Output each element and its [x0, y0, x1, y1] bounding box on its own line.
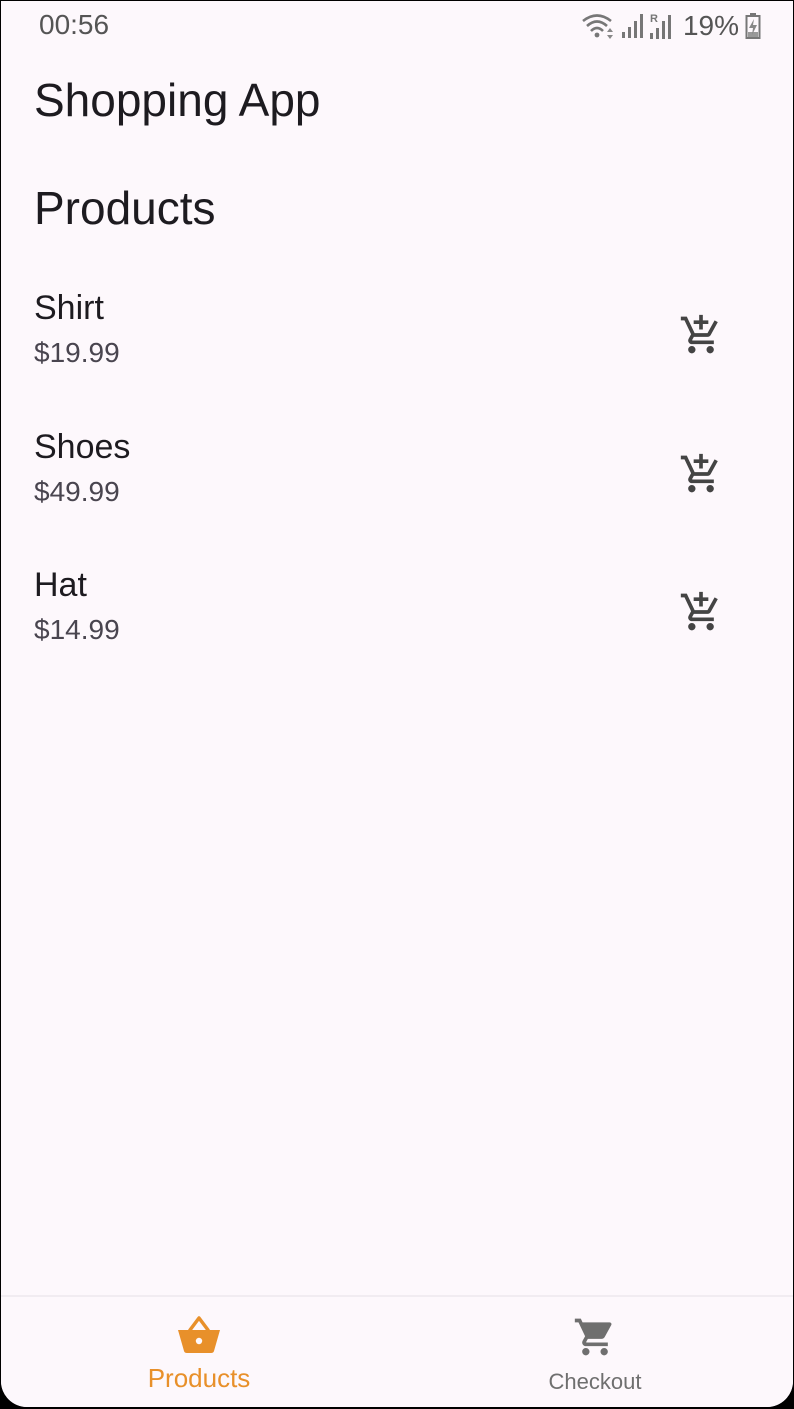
signal-roaming-icon: R	[649, 11, 673, 41]
add-shopping-cart-icon	[680, 314, 718, 354]
list-item[interactable]: Hat $14.99	[1, 554, 793, 693]
status-bar: 00:56 R 19%	[1, 1, 793, 51]
app-title: Shopping App	[34, 74, 321, 126]
product-price: $19.99	[34, 337, 120, 368]
nav-item-products[interactable]: Products	[1, 1297, 397, 1407]
product-name: Shoes	[34, 427, 131, 466]
nav-label-checkout: Checkout	[548, 1369, 642, 1394]
wifi-icon	[581, 12, 615, 40]
product-name: Hat	[34, 566, 87, 604]
nav-label-products: Products	[147, 1363, 251, 1393]
status-time: 00:56	[39, 9, 110, 40]
battery-charging-icon	[745, 12, 761, 40]
product-price: $14.99	[34, 614, 120, 645]
add-to-cart-button[interactable]	[671, 582, 731, 642]
battery-percentage: 19%	[682, 10, 739, 41]
app-screen: 00:56 R 19% Shopping App Products Shirt …	[1, 1, 793, 1407]
svg-text:R: R	[650, 13, 658, 25]
add-to-cart-button[interactable]	[671, 305, 731, 365]
signal-icon	[621, 12, 643, 40]
nav-item-checkout[interactable]: Checkout	[397, 1297, 793, 1407]
list-item[interactable]: Shirt $19.99	[1, 277, 793, 416]
add-to-cart-button[interactable]	[671, 444, 731, 504]
shopping-basket-icon	[178, 1316, 220, 1353]
add-shopping-cart-icon	[680, 453, 718, 492]
page-title: Products	[34, 182, 216, 234]
shopping-cart-icon	[574, 1318, 612, 1356]
bottom-navigation: Products Checkout	[1, 1295, 793, 1407]
product-list: Shirt $19.99 Shoes $49.99 Hat $14.99	[1, 277, 793, 693]
add-shopping-cart-icon	[680, 591, 718, 631]
list-item[interactable]: Shoes $49.99	[1, 416, 793, 555]
product-price: $49.99	[34, 475, 120, 507]
status-icons: R 19%	[581, 9, 761, 43]
product-name: Shirt	[34, 289, 104, 327]
